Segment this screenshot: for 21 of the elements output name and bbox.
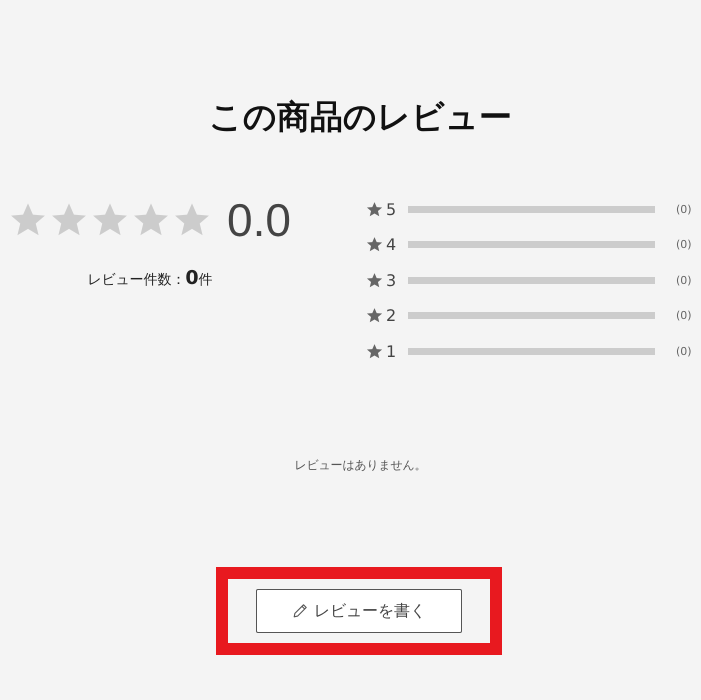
star-icon [366, 236, 383, 253]
star-icon [366, 342, 383, 360]
review-count: レビュー件数：0件 [87, 267, 213, 289]
section-title: この商品のレビュー [208, 96, 513, 138]
star-icon [366, 272, 383, 288]
star-level-label: 1 [386, 342, 398, 360]
write-review-button[interactable]: レビューを書く [256, 589, 462, 633]
rating-count: (0) [676, 309, 692, 322]
pencil-icon [292, 603, 308, 619]
star-icon [366, 200, 383, 218]
star-icon [366, 307, 383, 324]
rating-count: (0) [676, 274, 692, 286]
rating-count: (0) [676, 344, 692, 358]
star-level-label: 4 [386, 235, 398, 254]
star-level-label: 5 [386, 200, 398, 218]
rating-count: (0) [676, 238, 692, 251]
star-level-label: 3 [386, 270, 398, 290]
empty-message: レビューはありません。 [294, 457, 428, 474]
rating-count: (0) [676, 202, 692, 216]
average-score: 0.0 [227, 193, 291, 247]
star-level-label: 2 [386, 306, 398, 325]
